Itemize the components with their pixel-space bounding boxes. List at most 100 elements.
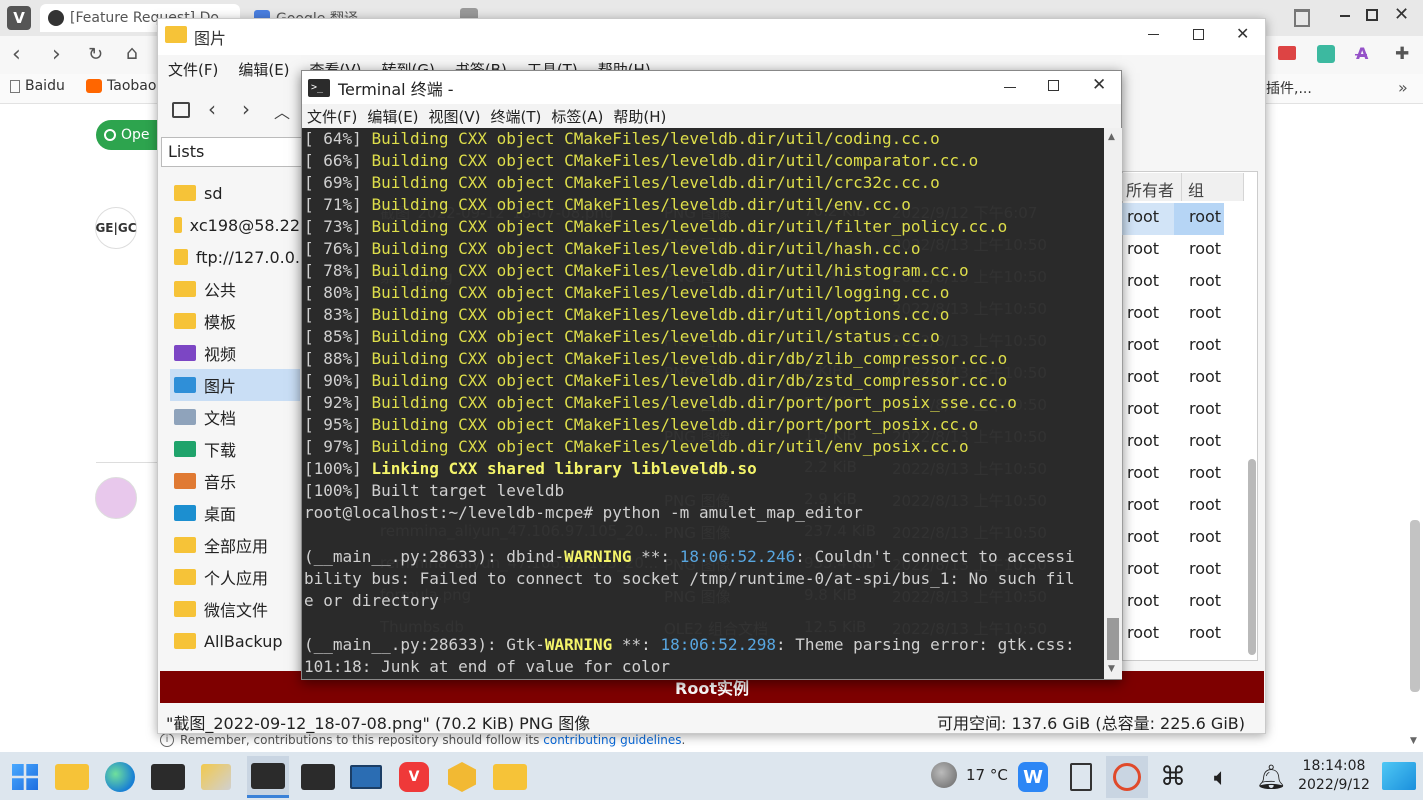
fm-menu-file[interactable]: 文件(F): [158, 55, 228, 81]
file-owner-cell[interactable]: root: [1127, 495, 1159, 514]
terminal-menu-help[interactable]: 帮助(H): [608, 104, 671, 128]
ext-translate-icon[interactable]: A̶: [1356, 44, 1368, 63]
file-group-cell[interactable]: root: [1189, 463, 1221, 482]
file-group-cell[interactable]: root: [1189, 239, 1221, 258]
file-owner-cell[interactable]: root: [1127, 399, 1159, 418]
sidebar-item-sd[interactable]: sd: [170, 177, 300, 209]
file-owner-cell[interactable]: root: [1127, 623, 1159, 642]
file-owner-cell[interactable]: root: [1127, 559, 1159, 578]
sidebar-item-music[interactable]: 音乐: [170, 465, 300, 497]
sidebar-item-downloads[interactable]: 下载: [170, 433, 300, 465]
terminal-output[interactable]: [ 64%] Building CXX object CMakeFiles/le…: [302, 128, 1104, 679]
bookmark-overflow-item[interactable]: 插件,...: [1266, 78, 1312, 98]
taskbar-terminal-1[interactable]: [147, 756, 189, 798]
fm-minimize-button[interactable]: [1148, 34, 1159, 35]
forward-icon[interactable]: ›: [242, 97, 250, 121]
page-scrollbar[interactable]: [1410, 520, 1420, 692]
sidebar-item-pictures[interactable]: 图片: [170, 369, 300, 401]
terminal-menu-terminal[interactable]: 终端(T): [486, 104, 547, 128]
browser-minimize-button[interactable]: [1335, 6, 1355, 26]
file-group-cell[interactable]: root: [1189, 559, 1221, 578]
terminal-minimize-button[interactable]: [1004, 87, 1016, 88]
show-desktop-icon[interactable]: [1382, 762, 1416, 790]
file-group-cell[interactable]: root: [1189, 527, 1221, 546]
file-owner-cell[interactable]: root: [1127, 303, 1159, 322]
scroll-up-icon[interactable]: ▲: [1108, 132, 1115, 142]
bookmarks-more-icon[interactable]: »: [1398, 78, 1408, 97]
contributing-link[interactable]: contributing guidelines: [543, 733, 681, 747]
file-owner-cell[interactable]: root: [1127, 463, 1159, 482]
taskbar-3d-app[interactable]: [441, 756, 483, 798]
tray-security[interactable]: [1106, 756, 1148, 798]
file-owner-cell[interactable]: root: [1127, 335, 1159, 354]
sidebar-item-xc198[interactable]: xc198@58.22: [170, 209, 300, 241]
taskbar-terminal-active[interactable]: [247, 756, 289, 798]
file-group-cell[interactable]: root: [1189, 623, 1221, 642]
file-group-cell[interactable]: root: [1189, 495, 1221, 514]
terminal-maximize-button[interactable]: [1048, 80, 1059, 91]
sidebar-item-public[interactable]: 公共: [170, 273, 300, 305]
terminal-menu-tabs[interactable]: 标签(A): [546, 104, 608, 128]
browser-trash-icon[interactable]: [1294, 9, 1310, 27]
tray-volume[interactable]: 🔈︎: [1200, 756, 1242, 798]
weather-temperature[interactable]: 17 °C: [966, 766, 1008, 784]
taskbar-remote-desktop[interactable]: [345, 756, 387, 798]
new-tab-icon[interactable]: [172, 102, 190, 118]
back-icon[interactable]: ‹: [12, 42, 21, 67]
ext-megaphone-icon[interactable]: [1278, 46, 1296, 60]
file-group-cell[interactable]: root: [1189, 335, 1221, 354]
ext-green-icon[interactable]: [1317, 45, 1335, 63]
taskbar-vivaldi[interactable]: V: [393, 756, 435, 798]
scroll-down-icon[interactable]: ▼: [1410, 736, 1417, 746]
scroll-down-icon[interactable]: ▼: [1108, 664, 1115, 674]
home-icon[interactable]: ⌂: [126, 42, 138, 64]
file-owner-cell[interactable]: root: [1127, 207, 1159, 226]
start-menu-button[interactable]: [4, 756, 46, 798]
up-icon[interactable]: ︿: [274, 99, 290, 123]
tray-clipboard[interactable]: [1060, 756, 1102, 798]
taskbar-edge[interactable]: [99, 756, 141, 798]
sidebar-item-documents[interactable]: 文档: [170, 401, 300, 433]
fm-menu-edit[interactable]: 编辑(E): [228, 55, 299, 81]
file-owner-cell[interactable]: root: [1127, 239, 1159, 258]
file-group-cell[interactable]: root: [1189, 271, 1221, 290]
browser-maximize-button[interactable]: [1366, 9, 1378, 21]
terminal-scrollbar[interactable]: ▲ ▼: [1104, 128, 1122, 679]
sidebar-item-videos[interactable]: 视频: [170, 337, 300, 369]
file-owner-cell[interactable]: root: [1127, 431, 1159, 450]
sidebar-item-wechat-files[interactable]: 微信文件: [170, 593, 300, 625]
file-owner-cell[interactable]: root: [1127, 591, 1159, 610]
file-group-cell[interactable]: root: [1189, 303, 1221, 322]
sidebar-item-all-apps[interactable]: 全部应用: [170, 529, 300, 561]
taskbar-terminal-2[interactable]: [297, 756, 339, 798]
file-group-cell[interactable]: root: [1189, 367, 1221, 386]
file-group-cell[interactable]: root: [1189, 399, 1221, 418]
file-list-scrollbar[interactable]: [1248, 459, 1256, 655]
taskbar-file-explorer[interactable]: [51, 756, 93, 798]
terminal-menu-edit[interactable]: 编辑(E): [362, 104, 423, 128]
file-group-cell[interactable]: root: [1189, 591, 1221, 610]
scrollbar-thumb[interactable]: [1107, 618, 1119, 660]
file-owner-cell[interactable]: root: [1127, 527, 1159, 546]
sidebar-item-allbackup[interactable]: AllBackup: [170, 625, 300, 657]
bookmark-taobao[interactable]: Taobao: [86, 78, 156, 94]
terminal-menu-file[interactable]: 文件(F): [302, 104, 362, 128]
sidebar-mode-select[interactable]: Lists: [161, 137, 311, 167]
clock[interactable]: 18:14:08 2022/9/12: [1296, 757, 1372, 795]
bookmark-baidu[interactable]: Baidu: [10, 78, 65, 94]
tray-command[interactable]: ⌘: [1152, 756, 1194, 798]
sidebar-item-templates[interactable]: 模板: [170, 305, 300, 337]
back-icon[interactable]: ‹: [208, 97, 216, 121]
tray-notifications[interactable]: 🔔︎: [1250, 756, 1292, 798]
terminal-close-button[interactable]: ✕: [1092, 75, 1106, 95]
file-group-cell[interactable]: root: [1189, 431, 1221, 450]
forward-icon[interactable]: ›: [52, 42, 61, 67]
terminal-menu-view[interactable]: 视图(V): [424, 104, 486, 128]
fm-close-button[interactable]: ✕: [1236, 24, 1249, 43]
sidebar-item-ftp[interactable]: ftp://127.0.0.: [170, 241, 300, 273]
sidebar-item-desktop[interactable]: 桌面: [170, 497, 300, 529]
vivaldi-menu-icon[interactable]: V: [7, 6, 31, 30]
browser-close-button[interactable]: ✕: [1394, 4, 1409, 25]
column-header-owner[interactable]: 所有者: [1122, 173, 1182, 201]
taskbar-cleaner[interactable]: [195, 756, 237, 798]
